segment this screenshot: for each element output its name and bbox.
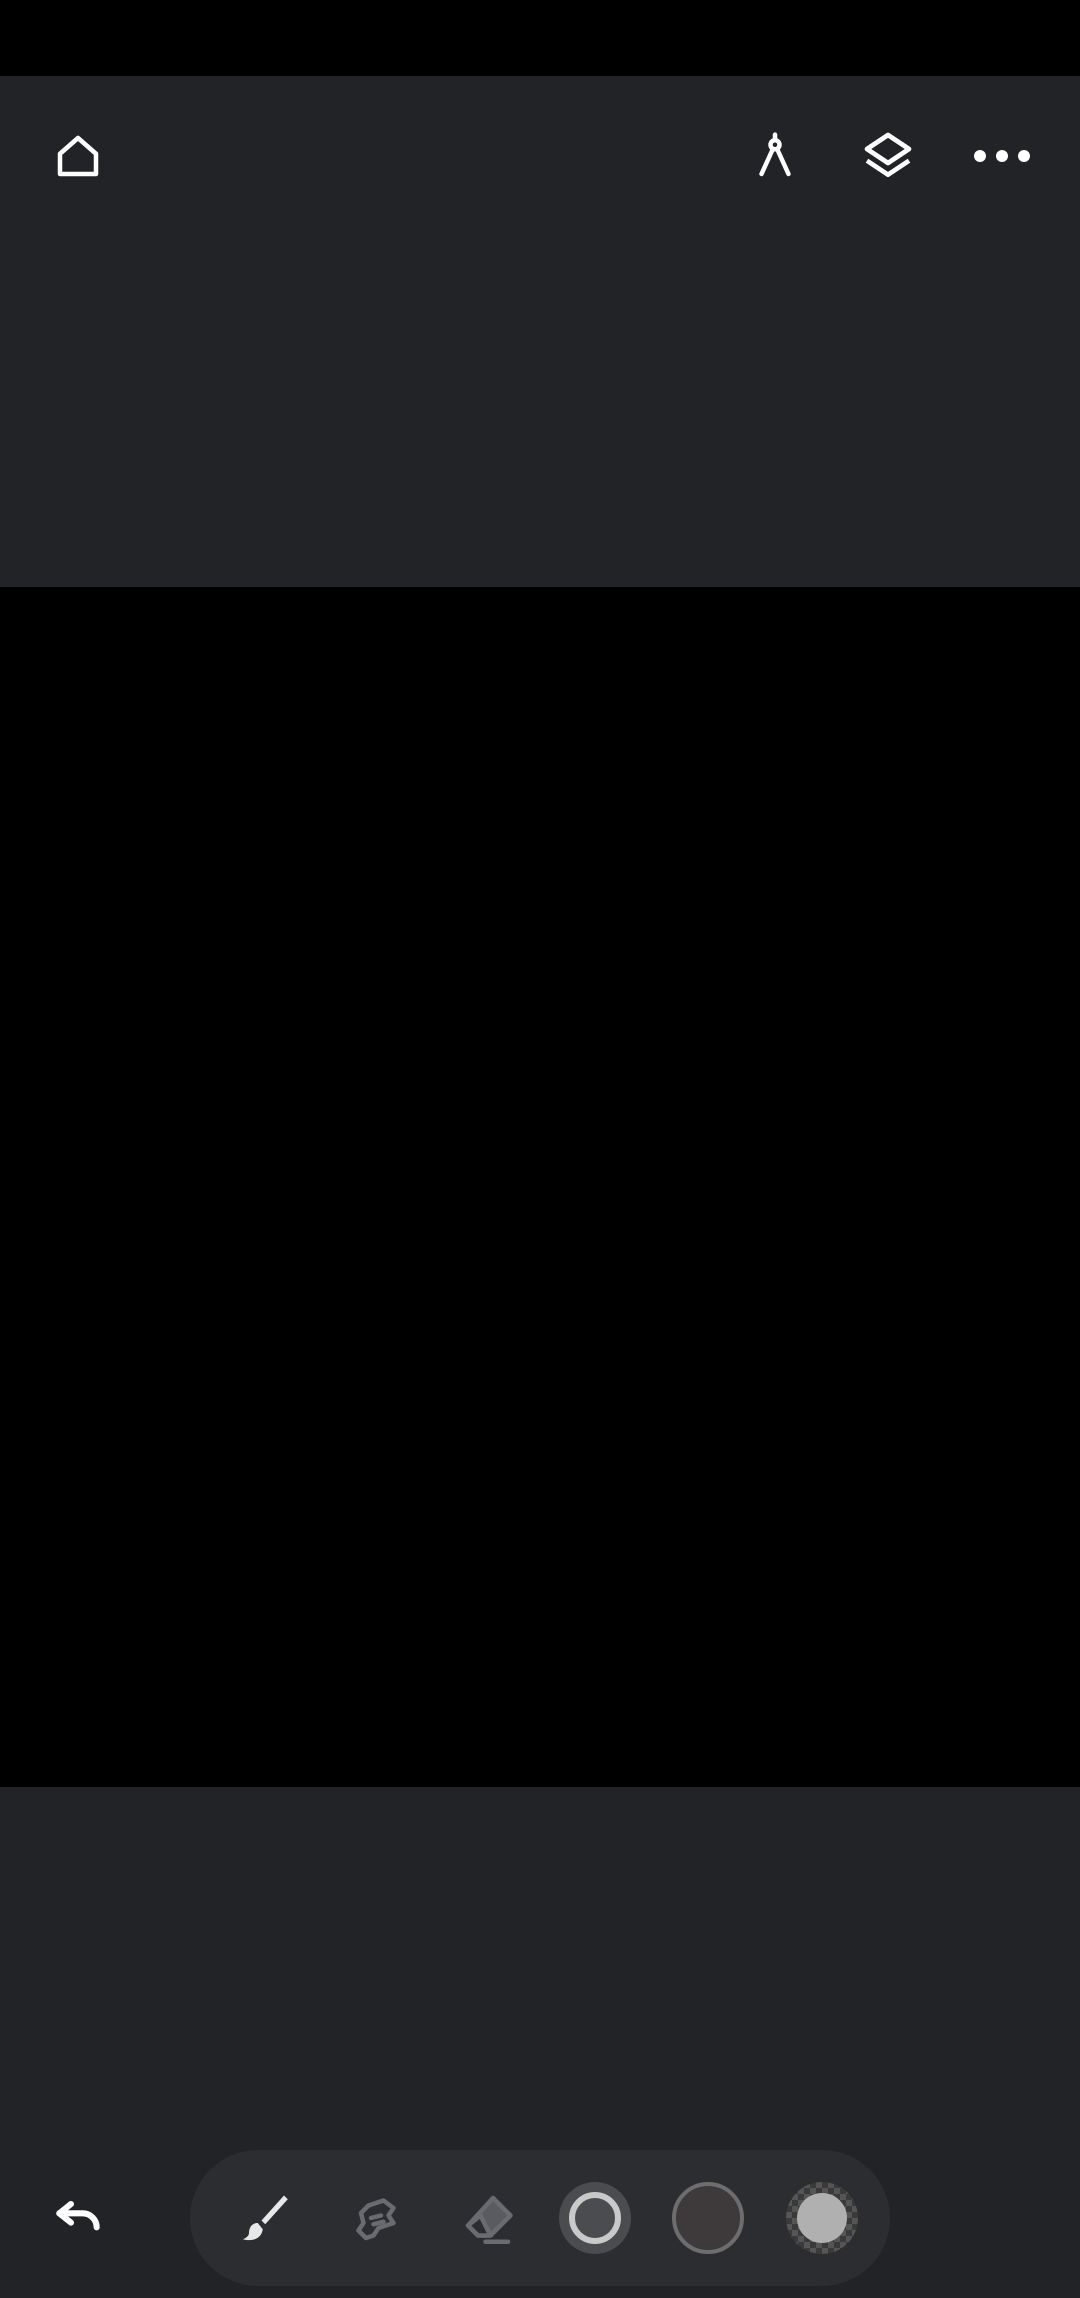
status-bar xyxy=(0,0,1080,76)
home-icon xyxy=(57,135,99,177)
opacity-button[interactable] xyxy=(786,2182,858,2254)
smudge-tool-button[interactable] xyxy=(326,2168,426,2268)
eraser-tool-button[interactable] xyxy=(438,2168,538,2268)
brush-size-ring xyxy=(569,2192,621,2244)
smudge-icon xyxy=(356,2198,396,2241)
color-picker-button[interactable] xyxy=(672,2182,744,2254)
opacity-fill xyxy=(797,2193,847,2243)
more-horizontal-icon xyxy=(974,150,1030,162)
ruler-button[interactable] xyxy=(725,106,825,206)
layers-icon xyxy=(864,132,912,178)
brush-icon xyxy=(242,2195,288,2241)
undo-icon xyxy=(56,2200,100,2231)
brush-size-button[interactable] xyxy=(559,2182,631,2254)
undo-button[interactable] xyxy=(28,2168,128,2268)
drawing-canvas[interactable] xyxy=(0,587,1080,1787)
home-button[interactable] xyxy=(28,106,128,206)
brush-tool-button[interactable] xyxy=(214,2168,314,2268)
bottom-tool-palette xyxy=(190,2150,890,2286)
compass-icon xyxy=(759,132,791,177)
eraser-icon xyxy=(465,2195,513,2244)
more-button[interactable] xyxy=(952,106,1052,206)
top-toolbar xyxy=(0,76,1080,236)
layers-button[interactable] xyxy=(838,106,938,206)
